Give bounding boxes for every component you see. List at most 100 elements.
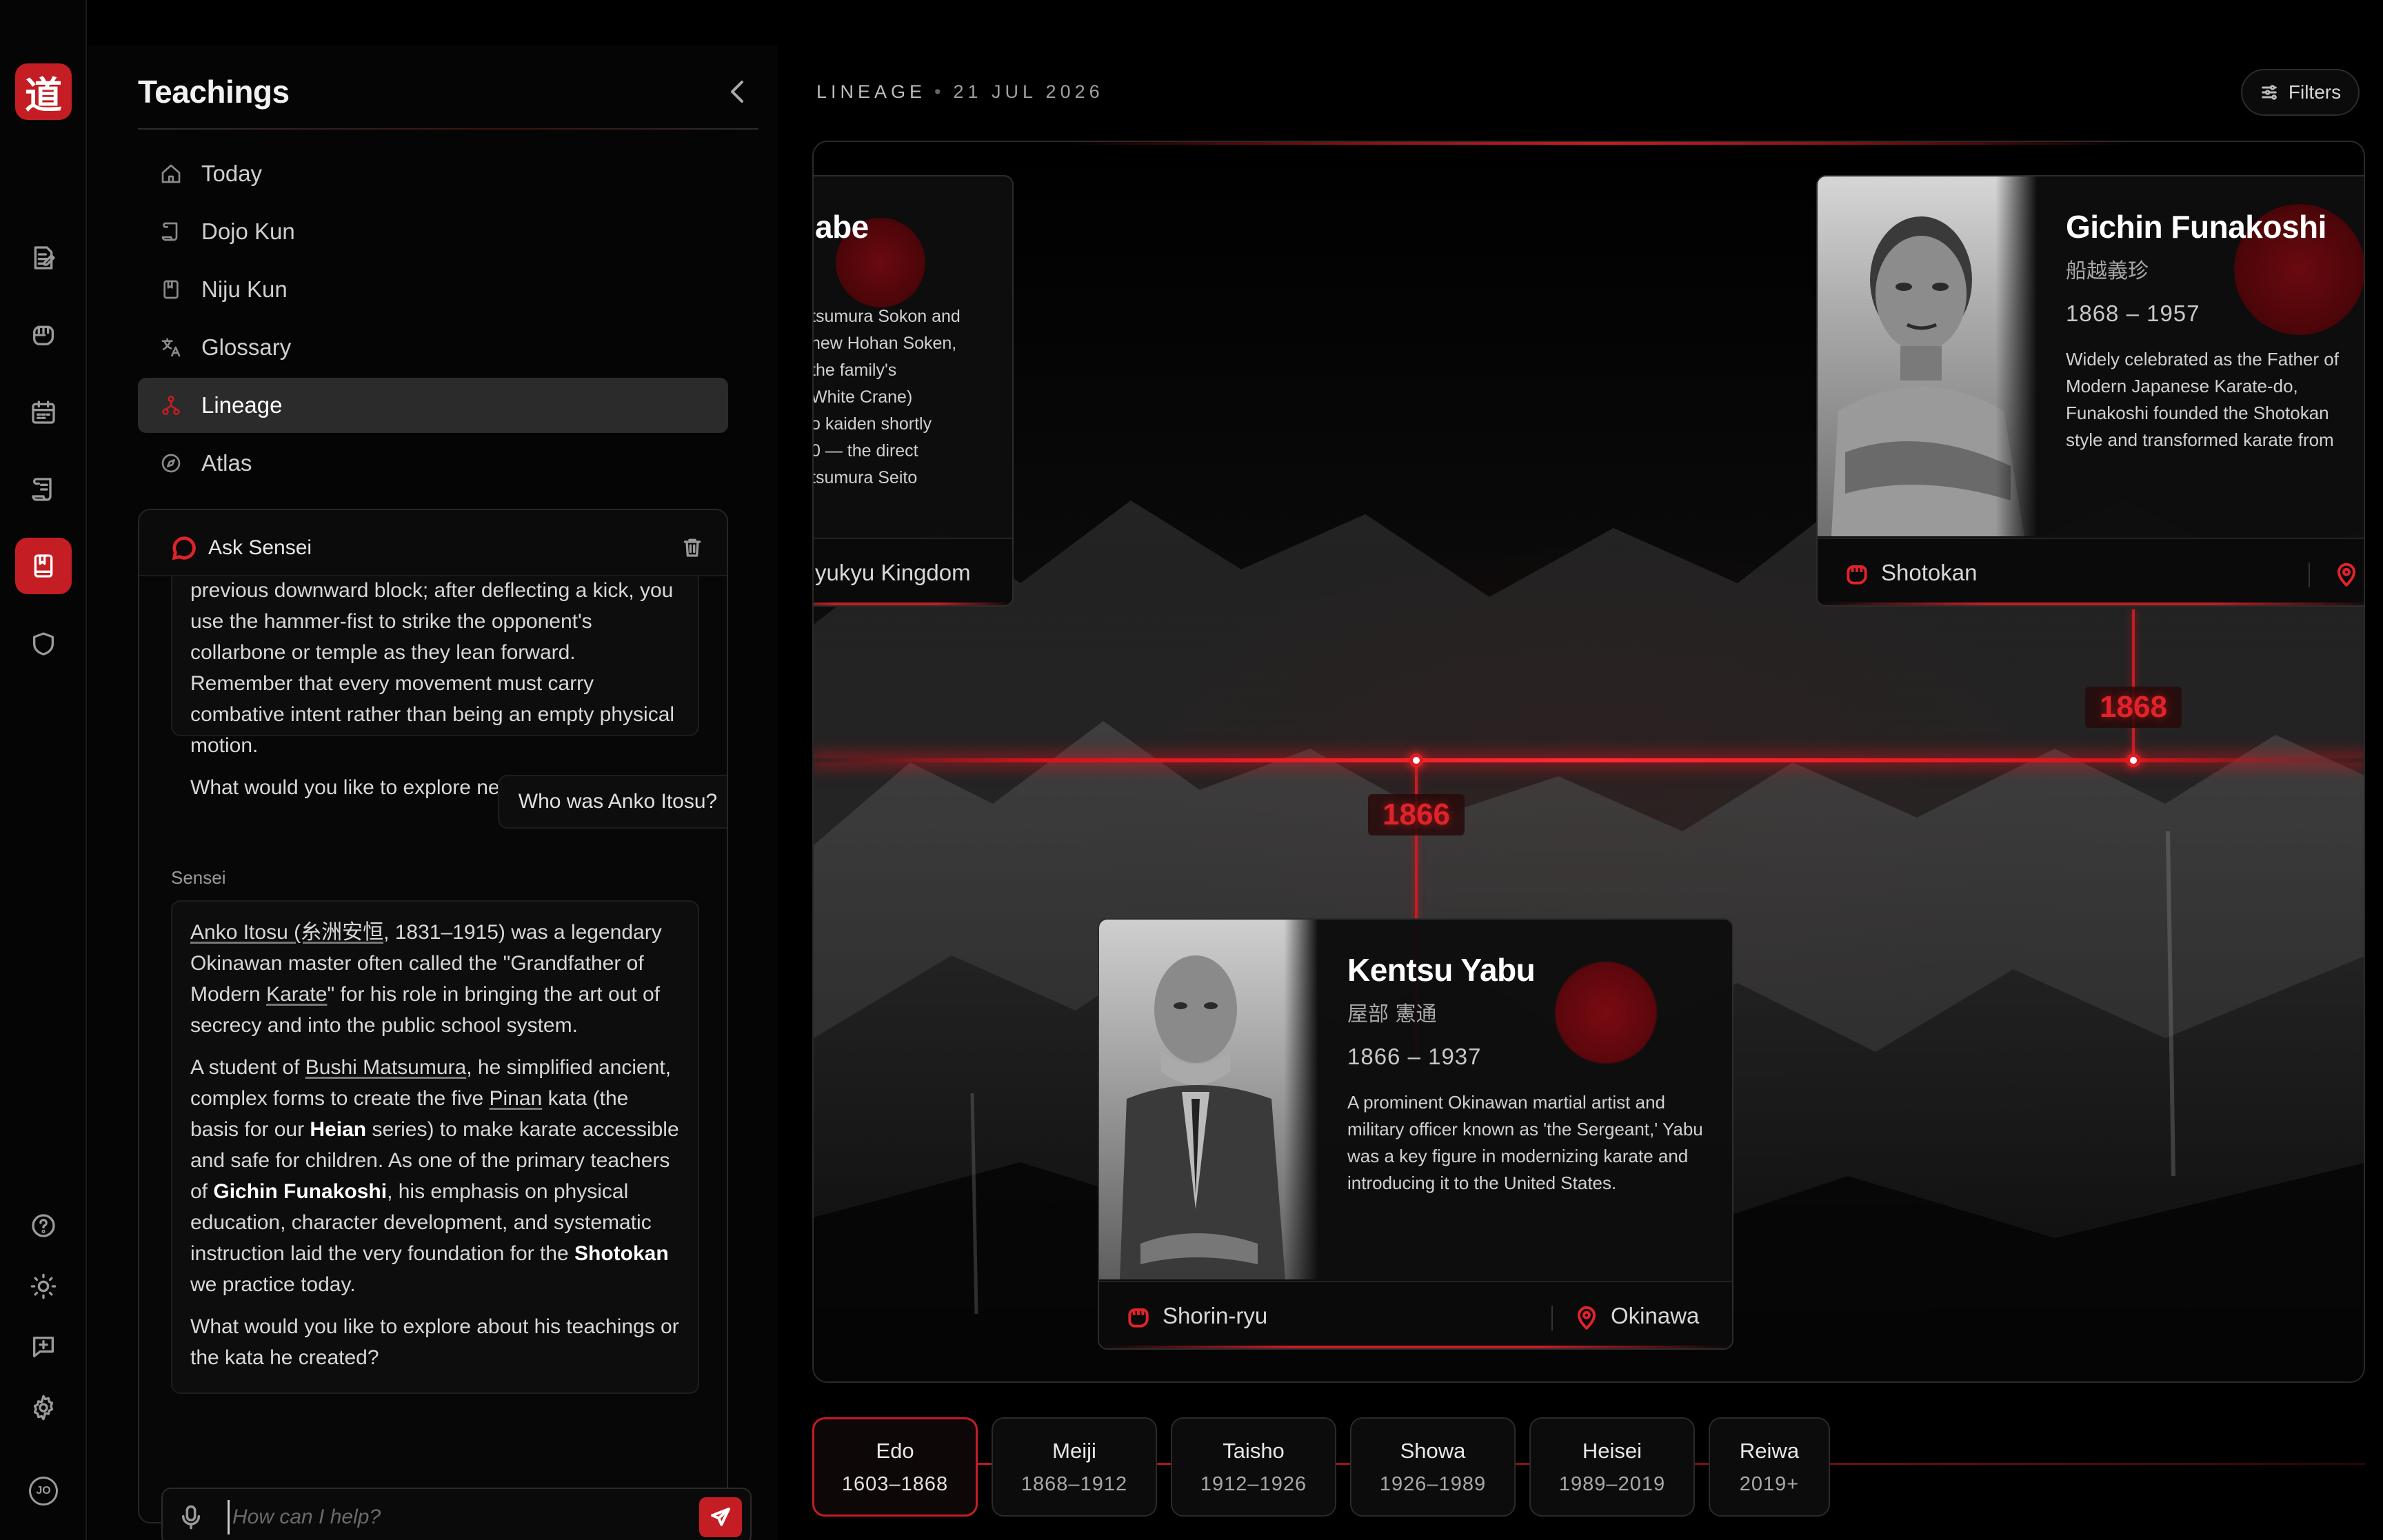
year-marker: 1868 <box>2085 687 2182 728</box>
era-name: Reiwa <box>1739 1438 1800 1463</box>
era-tab-heisei[interactable]: Heisei 1989–2019 <box>1529 1417 1695 1517</box>
fist-icon[interactable] <box>21 313 66 357</box>
lineage-timeline: 1866 1868 abe tsumura Sokon and new Hoha… <box>812 141 2365 1383</box>
message-bold: Gichin Funakoshi <box>213 1180 388 1203</box>
timeline-connector <box>2132 609 2135 761</box>
era-tab-meiji[interactable]: Meiji 1868–1912 <box>992 1417 1157 1517</box>
era-name: Edo <box>876 1438 914 1463</box>
message-text: What would you like to explore about his… <box>190 1315 679 1369</box>
era-tab-taisho[interactable]: Taisho 1912–1926 <box>1171 1417 1336 1517</box>
collapse-sidebar-button[interactable] <box>727 78 747 105</box>
nav-label: Today <box>201 161 263 186</box>
nav-item-glossary[interactable]: Glossary <box>138 320 728 375</box>
lineage-card-funakoshi[interactable]: Gichin Funakoshi 船越義珍 1868 – 1957 Widely… <box>1816 175 2364 607</box>
divider <box>138 128 758 130</box>
term-link[interactable]: Anko Itosu (糸洲安恒 <box>190 921 383 944</box>
card-name: Kentsu Yabu <box>1347 952 1536 988</box>
card-name: Gichin Funakoshi <box>2066 209 2326 245</box>
ask-sensei-panel: previous downward block; after deflectin… <box>138 509 728 1523</box>
journal-icon[interactable] <box>21 236 66 280</box>
chevron-left-icon <box>731 81 743 103</box>
nav-label: Lineage <box>201 392 283 418</box>
era-name: Showa <box>1400 1438 1466 1463</box>
era-years: 1912–1926 <box>1200 1472 1307 1495</box>
sidebar: Teachings Today Dojo Kun Niju Kun Glossa… <box>88 45 778 1540</box>
message-bold: Shotokan <box>574 1242 669 1265</box>
card-description: tsumura Sokon and new Hohan Soken, the f… <box>812 307 961 487</box>
timeline-dot[interactable] <box>1409 753 1423 767</box>
era-tab-reiwa[interactable]: Reiwa 2019+ <box>1709 1417 1830 1517</box>
card-location: Okinawa <box>1573 1303 1699 1330</box>
trash-icon[interactable] <box>681 536 703 558</box>
card-location: yukyu Kingdom <box>815 560 971 585</box>
card-years: 1868 – 1957 <box>2066 301 2200 326</box>
sender-label: Sensei <box>171 867 226 888</box>
sun-icon[interactable] <box>21 1264 66 1308</box>
term-link[interactable]: Karate <box>266 983 327 1006</box>
era-tab-edo[interactable]: Edo 1603–1868 <box>812 1417 978 1517</box>
chat-bubble-icon <box>171 535 197 561</box>
card-description: A prominent Okinawan martial artist and … <box>1347 1092 1703 1193</box>
nav-item-today[interactable]: Today <box>138 146 728 201</box>
term-link[interactable]: Pinan <box>490 1087 543 1110</box>
lineage-card-partial[interactable]: abe tsumura Sokon and new Hohan Soken, t… <box>812 175 1014 607</box>
timeline-dot[interactable] <box>2126 753 2140 767</box>
send-button[interactable] <box>699 1497 742 1537</box>
era-name: Taisho <box>1223 1438 1285 1463</box>
fist-icon <box>1847 565 1867 585</box>
compass-icon <box>161 454 181 473</box>
nav-item-niju-kun[interactable]: Niju Kun <box>138 262 728 317</box>
nav-label: Niju Kun <box>201 276 288 302</box>
card-style: Shorin-ryu <box>1125 1303 1267 1329</box>
era-years: 1603–1868 <box>841 1472 949 1495</box>
pin-icon <box>1577 1306 1596 1330</box>
avatar[interactable]: JO <box>29 1477 58 1506</box>
nav-label: Atlas <box>201 450 252 476</box>
ask-sensei-header: Ask Sensei <box>139 510 727 576</box>
sensei-message: previous downward block; after deflectin… <box>171 551 699 799</box>
scroll-icon[interactable] <box>21 467 66 511</box>
nav-label: Glossary <box>201 334 292 360</box>
translate-icon <box>161 338 181 357</box>
microphone-icon[interactable] <box>179 1504 203 1530</box>
era-selector: Edo 1603–1868 Meiji 1868–1912 Taisho 191… <box>812 1417 1830 1517</box>
sliders-icon <box>2262 85 2277 100</box>
sidebar-nav: Today Dojo Kun Niju Kun Glossary Lineage… <box>138 146 728 494</box>
section-label: LINEAGE <box>816 81 927 102</box>
nav-item-dojo-kun[interactable]: Dojo Kun <box>138 204 728 259</box>
nav-item-atlas[interactable]: Atlas <box>138 436 728 491</box>
era-name: Meiji <box>1052 1438 1096 1463</box>
message-text: previous downward block; after deflectin… <box>190 579 675 757</box>
lineage-card-yabu[interactable]: Kentsu Yabu 屋部 憲通 1866 – 1937 A prominen… <box>1098 918 1733 1350</box>
era-tab-showa[interactable]: Showa 1926–1989 <box>1350 1417 1516 1517</box>
gear-icon[interactable] <box>21 1386 66 1430</box>
app-logo[interactable]: 道 <box>15 63 72 120</box>
help-icon[interactable] <box>21 1204 66 1248</box>
portrait-photo <box>1099 920 1318 1279</box>
chat-input[interactable] <box>228 1500 683 1534</box>
filters-button[interactable]: Filters <box>2241 69 2360 116</box>
message-bold: Heian <box>310 1118 367 1141</box>
year-marker: 1866 <box>1368 794 1465 835</box>
calendar-icon[interactable] <box>21 390 66 434</box>
era-years: 1989–2019 <box>1558 1472 1666 1495</box>
chat-input-bar <box>161 1488 752 1540</box>
filters-label: Filters <box>2288 81 2342 103</box>
card-years: 1866 – 1937 <box>1347 1044 1482 1069</box>
date-label: 21 JUL 2026 <box>953 81 1104 102</box>
era-years: 1868–1912 <box>1020 1472 1128 1495</box>
feedback-icon[interactable] <box>21 1325 66 1369</box>
nav-item-lineage[interactable]: Lineage <box>138 378 728 433</box>
portrait-photo <box>1818 176 2037 536</box>
send-icon <box>711 1508 730 1526</box>
era-years: 2019+ <box>1739 1472 1800 1495</box>
term-link[interactable]: Bushi Matsumura <box>305 1056 466 1079</box>
card-name: abe <box>815 209 869 245</box>
shield-icon[interactable] <box>21 622 66 666</box>
ask-sensei-title: Ask Sensei <box>208 536 312 559</box>
breadcrumb: LINEAGE • 21 JUL 2026 <box>816 81 1104 102</box>
user-message: Who was Anko Itosu? <box>498 775 727 829</box>
card-kanji: 船越義珍 <box>2066 259 2149 283</box>
book-icon[interactable] <box>15 538 72 594</box>
card-kanji: 屋部 憲通 <box>1347 1002 1437 1026</box>
